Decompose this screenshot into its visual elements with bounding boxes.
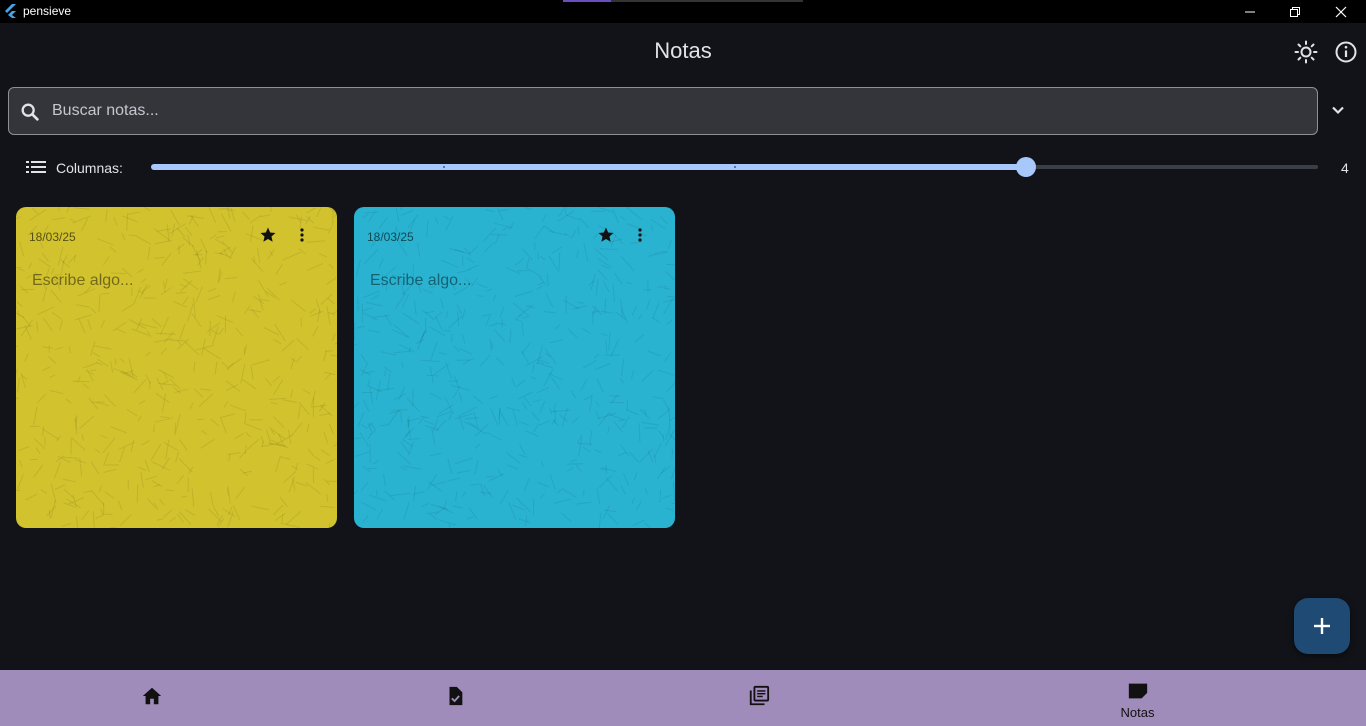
chevron-down-icon[interactable] [1328, 100, 1348, 120]
restore-icon [1290, 6, 1300, 17]
titlebar-accent-track [611, 0, 803, 2]
more-vert-icon[interactable] [633, 226, 647, 244]
minimize-button[interactable] [1227, 0, 1273, 23]
nav-item-tasks[interactable] [303, 670, 606, 726]
window-titlebar: pensieve [0, 0, 1366, 23]
list-icon [26, 161, 46, 173]
window-title: pensieve [23, 4, 72, 18]
search-icon [21, 103, 39, 121]
page-title: Notas [654, 38, 712, 63]
search-input[interactable] [52, 88, 1302, 134]
brightness-icon [1294, 40, 1318, 64]
minimize-icon [1245, 11, 1255, 12]
columns-slider-tick [734, 166, 736, 168]
library-icon [749, 685, 770, 706]
note-icon [1128, 683, 1148, 699]
note-card[interactable]: 18/03/25 Escribe algo... [354, 207, 675, 528]
search-bar [8, 87, 1318, 135]
info-icon [1335, 41, 1357, 63]
note-texture [354, 207, 675, 528]
restore-button[interactable] [1272, 0, 1318, 23]
nav-item-home[interactable] [0, 670, 303, 726]
columns-slider-tick [443, 166, 445, 168]
task-icon [449, 686, 463, 706]
note-card[interactable]: 18/03/25 Escribe algo... [16, 207, 337, 528]
add-note-button[interactable] [1294, 598, 1350, 654]
note-body-placeholder[interactable]: Escribe algo... [370, 272, 471, 290]
star-icon[interactable] [259, 226, 277, 244]
info-button[interactable] [1334, 40, 1358, 64]
note-date: 18/03/25 [29, 230, 76, 244]
star-icon[interactable] [597, 226, 615, 244]
note-date: 18/03/25 [367, 230, 414, 244]
nav-item-label: Notas [1120, 705, 1155, 720]
home-icon [142, 687, 162, 705]
columns-value: 4 [1341, 160, 1349, 176]
close-icon [1335, 6, 1347, 17]
nav-item-library[interactable] [606, 670, 909, 726]
note-texture [16, 207, 337, 528]
note-body-placeholder[interactable]: Escribe algo... [32, 272, 133, 290]
close-button[interactable] [1318, 0, 1364, 23]
titlebar-accent [563, 0, 611, 2]
columns-label: Columnas: [56, 160, 123, 176]
columns-slider-thumb[interactable] [1016, 157, 1037, 177]
theme-toggle-button[interactable] [1294, 40, 1318, 64]
columns-slider-fill [151, 164, 1027, 170]
nav-item-notes[interactable]: Notas [909, 670, 1366, 726]
flutter-logo-icon [5, 4, 16, 18]
bottom-navigation: Notas [0, 670, 1366, 726]
add-icon [1314, 618, 1330, 634]
more-vert-icon[interactable] [295, 226, 309, 244]
